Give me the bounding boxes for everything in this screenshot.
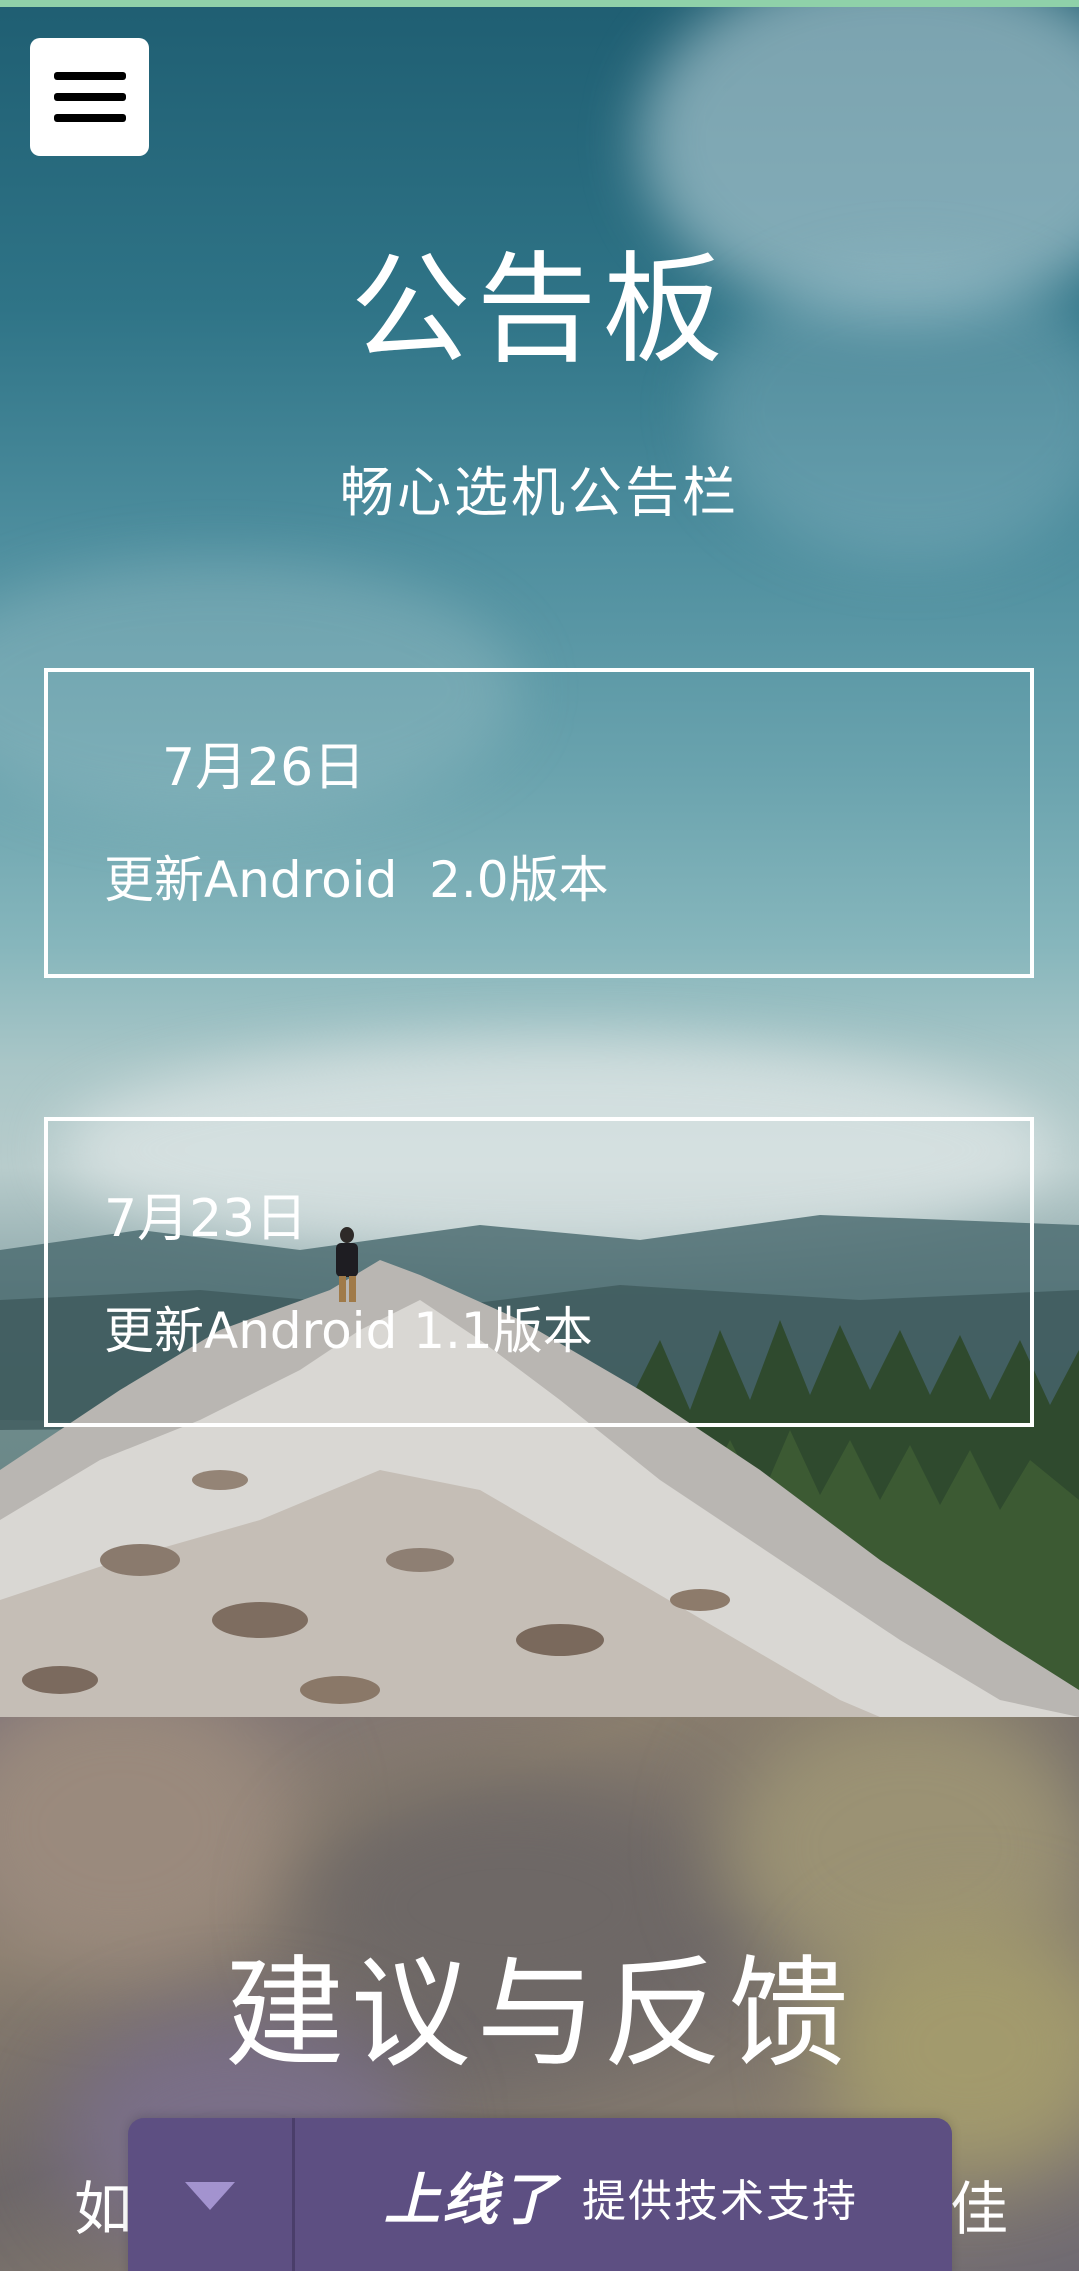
- blur-blob: [0, 1717, 300, 1977]
- feedback-title: 建议与反馈: [224, 1945, 855, 2084]
- tech-support-banner[interactable]: 上线了 提供技术支持: [128, 2118, 952, 2271]
- banner-divider: [292, 2118, 295, 2271]
- page-subtitle: 畅心选机公告栏: [340, 461, 739, 524]
- announcement-date: 7月26日: [162, 738, 366, 798]
- page-title: 公告板: [350, 241, 729, 380]
- announcement-date: 7月23日: [104, 1189, 308, 1249]
- announcement-card: 7月23日 更新Android 1.1版本: [44, 1117, 1034, 1427]
- banner-tagline: 提供技术支持: [582, 2176, 858, 2227]
- feedback-text-end: 佳: [950, 2175, 1009, 2243]
- hamburger-menu-icon: [53, 72, 126, 122]
- banner-toggle-button[interactable]: [128, 2118, 292, 2271]
- feedback-text-start: 如: [74, 2175, 133, 2243]
- chevron-down-icon: [185, 2182, 235, 2210]
- top-accent-strip: [0, 0, 1079, 7]
- brand-logo: 上线了: [384, 2168, 558, 2233]
- announcement-text: 更新Android 2.0版本: [104, 851, 609, 909]
- announcement-card: 7月26日 更新Android 2.0版本: [44, 668, 1034, 978]
- page: 公告板 畅心选机公告栏 7月26日 更新Android 2.0版本 7月23日 …: [0, 0, 1079, 2271]
- menu-button[interactable]: [30, 38, 149, 156]
- announcement-text: 更新Android 1.1版本: [104, 1302, 593, 1360]
